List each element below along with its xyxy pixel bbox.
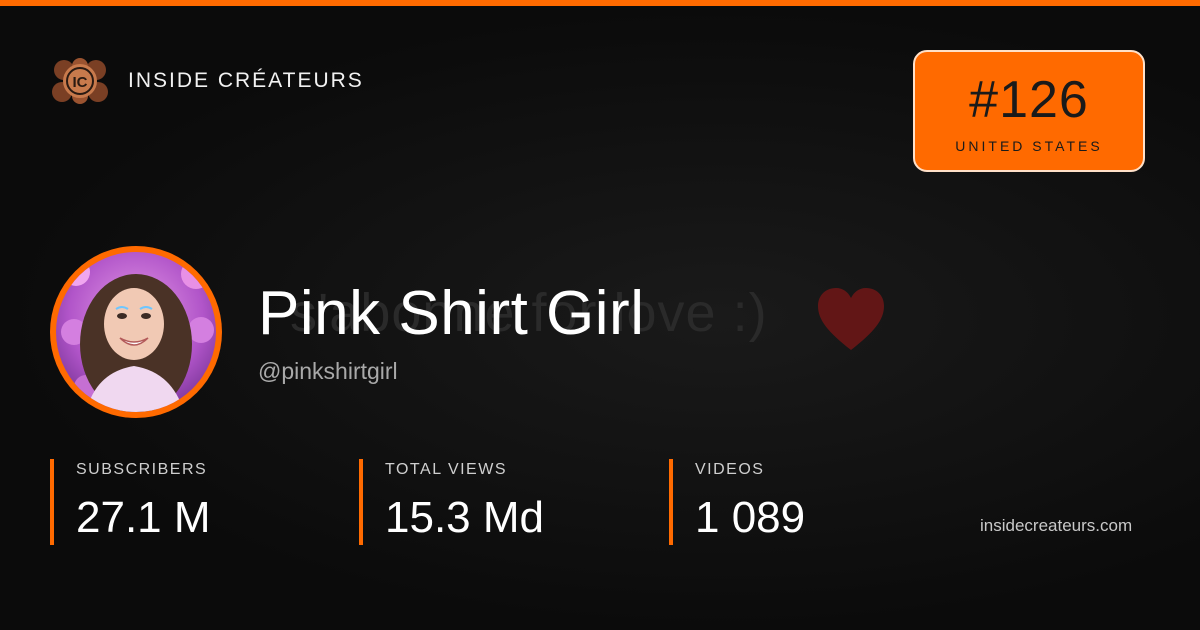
stat-label: TOTAL VIEWS — [385, 461, 507, 478]
stat-label: SUBSCRIBERS — [76, 461, 208, 478]
rank-country: UNITED STATES — [955, 138, 1103, 154]
rank-number: #126 — [969, 71, 1089, 129]
rank-badge: #126 UNITED STATES — [913, 50, 1145, 172]
heart-icon — [818, 288, 884, 350]
stat-value: 1 089 — [695, 493, 806, 542]
brand-name: INSIDE CRÉATEURS — [128, 69, 364, 92]
stat-subscribers: SUBSCRIBERS 27.1 M — [50, 459, 336, 545]
site-link[interactable]: insidecreateurs.com — [980, 516, 1132, 536]
profile-avatar — [56, 252, 216, 412]
stat-total-views: TOTAL VIEWS 15.3 Md — [359, 459, 645, 545]
brand-logo-text: IC — [73, 74, 88, 91]
stat-value: 27.1 M — [76, 493, 211, 542]
channel-handle[interactable]: @pinkshirtgirl — [258, 358, 398, 385]
ic-logo-icon: IC — [50, 58, 110, 104]
brand[interactable]: IC INSIDE CRÉATEURS — [50, 58, 364, 104]
channel-name: Pink Shirt Girl — [258, 279, 645, 348]
stat-label: VIDEOS — [695, 461, 765, 478]
avatar[interactable] — [50, 246, 222, 418]
stat-value: 15.3 Md — [385, 493, 544, 542]
stat-videos: VIDEOS 1 089 — [669, 459, 955, 545]
